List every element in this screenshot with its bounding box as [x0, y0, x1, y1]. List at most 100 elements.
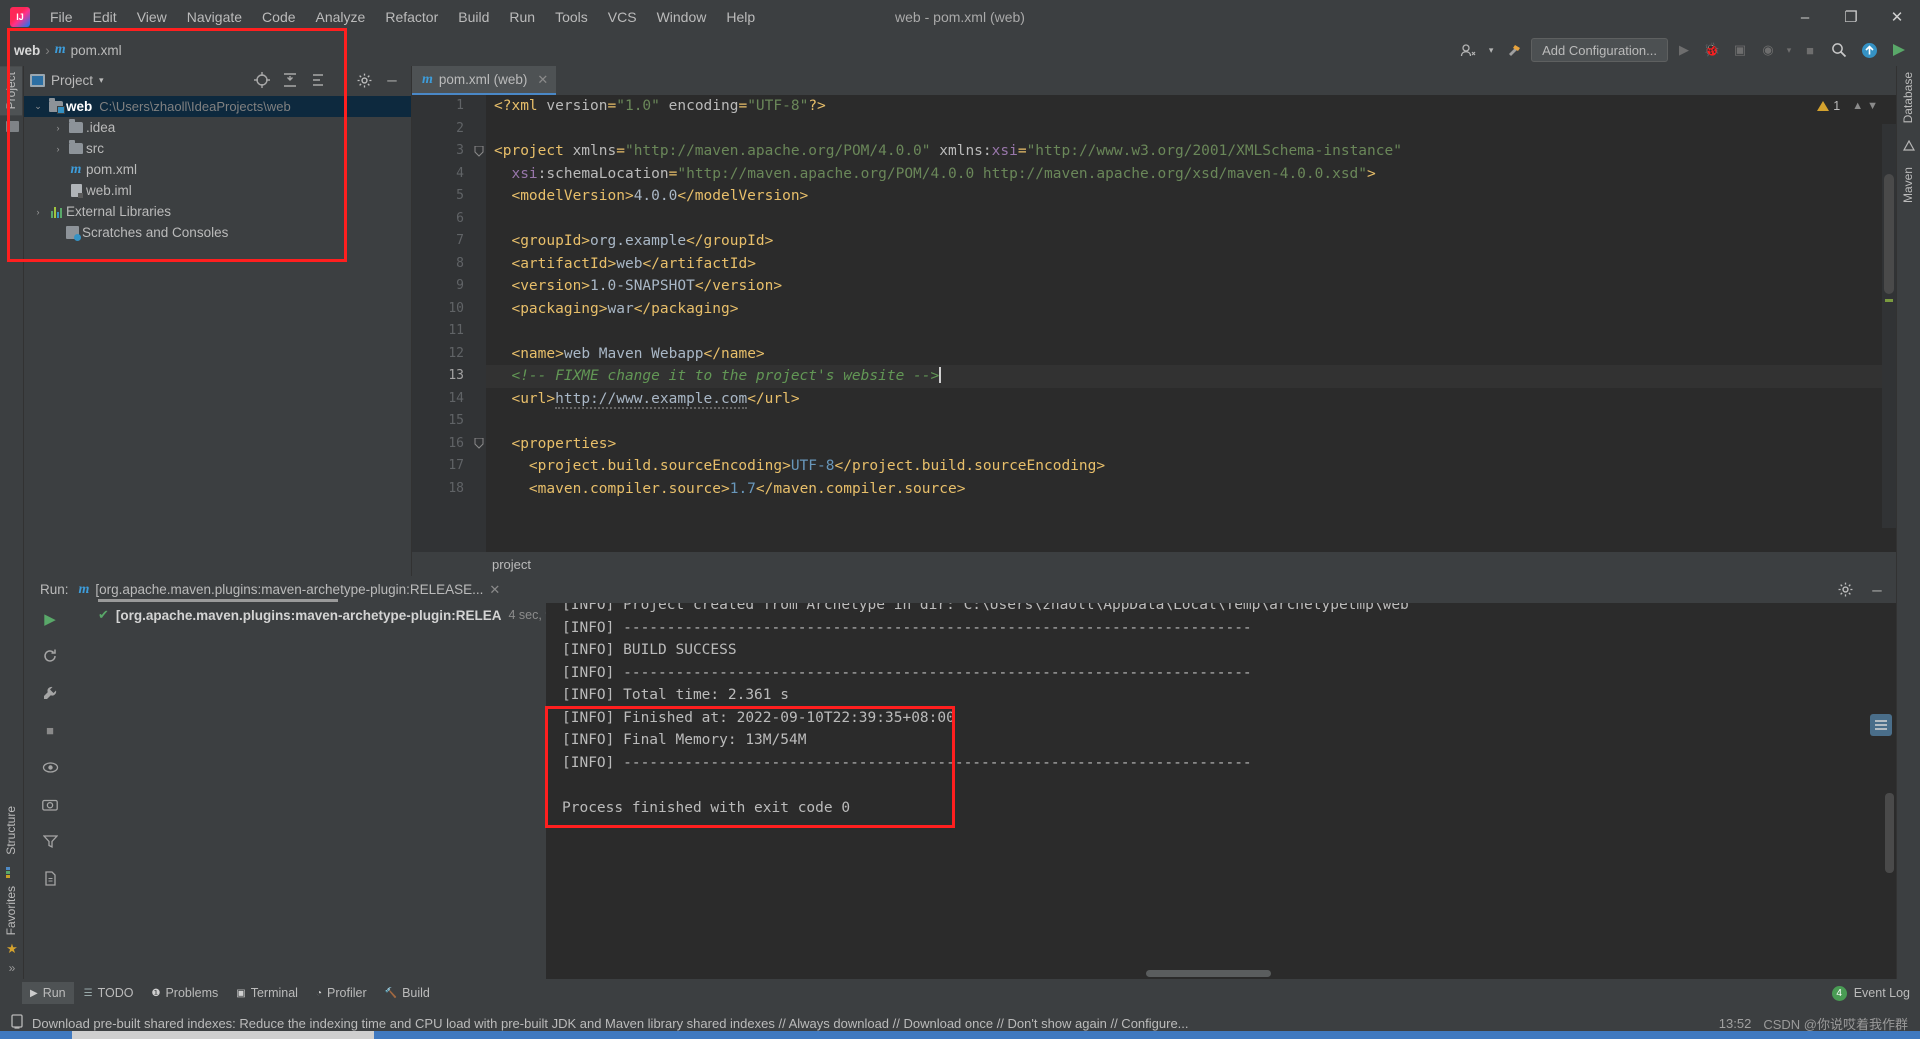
menu-item-help[interactable]: Help	[716, 5, 765, 29]
search-icon[interactable]	[1826, 38, 1852, 62]
rerun-failed-icon[interactable]	[40, 646, 60, 666]
chevron-right-icon[interactable]: ›	[30, 207, 46, 217]
bottom-tab-todo[interactable]: ☰ TODO	[76, 982, 142, 1004]
breadcrumb[interactable]: web › m pom.xml	[14, 42, 122, 58]
bottom-tab-problems[interactable]: ❶ Problems	[144, 982, 227, 1004]
sidebar-tab-structure[interactable]: Structure	[0, 800, 22, 861]
eye-icon[interactable]	[40, 757, 60, 777]
tree-row-web-iml[interactable]: web.iml	[24, 180, 411, 201]
menu-item-navigate[interactable]: Navigate	[177, 5, 252, 29]
console-line: Process finished with exit code 0	[562, 799, 851, 816]
gear-icon[interactable]	[1836, 581, 1854, 599]
bottom-tab-run[interactable]: ▶ Run	[22, 982, 74, 1004]
chevron-down-icon[interactable]: ▾	[1485, 38, 1497, 62]
chevron-right-icon[interactable]: ›	[50, 144, 66, 154]
menu-item-edit[interactable]: Edit	[83, 5, 127, 29]
scrollbar-thumb[interactable]	[1884, 174, 1894, 294]
close-icon[interactable]: ✕	[537, 72, 548, 88]
share-icon[interactable]	[1886, 38, 1912, 62]
breadcrumb-project[interactable]: web	[14, 43, 40, 58]
bottom-tab-build[interactable]: 🔨 Build	[377, 982, 438, 1004]
menu-item-build[interactable]: Build	[448, 5, 499, 29]
layout-settings-icon[interactable]	[1870, 714, 1892, 736]
stop-icon[interactable]: ■	[1798, 43, 1822, 58]
camera-icon[interactable]	[40, 794, 60, 814]
stop-icon[interactable]: ■	[40, 720, 60, 740]
debug-icon[interactable]: 🐞	[1700, 42, 1724, 58]
tree-row-external-libraries[interactable]: › External Libraries	[24, 201, 411, 222]
bottom-tab-profiler[interactable]: ◔ Profiler	[308, 982, 375, 1004]
fold-marker-icon[interactable]	[474, 146, 484, 157]
chevron-up-icon[interactable]: ▲	[1852, 100, 1863, 112]
tree-label-scratches-and-consoles: Scratches and Consoles	[82, 225, 229, 240]
console-scrollbar-thumb[interactable]	[1885, 793, 1894, 873]
menu-item-run[interactable]: Run	[499, 5, 545, 29]
run-tab[interactable]: m [org.apache.maven.plugins:maven-archet…	[79, 582, 501, 598]
menu-item-code[interactable]: Code	[252, 5, 305, 29]
run-icon[interactable]: ▶	[1672, 42, 1696, 58]
chevron-expanded-icon[interactable]: ⌄	[30, 101, 46, 112]
run-test-tree: ✔ [org.apache.maven.plugins:maven-archet…	[76, 599, 586, 979]
maximize-button[interactable]: ❐	[1828, 0, 1874, 34]
coverage-icon[interactable]: ▣	[1728, 42, 1752, 58]
export-icon[interactable]	[40, 868, 60, 888]
filter-icon[interactable]	[40, 831, 60, 851]
menu-item-refactor[interactable]: Refactor	[375, 5, 448, 29]
settings-icon[interactable]	[355, 71, 373, 89]
profile-icon[interactable]: ◉	[1756, 42, 1780, 58]
console-output[interactable]: [INFO] Project created from Archetype in…	[546, 603, 1896, 979]
chevron-down-icon[interactable]: ▾	[99, 75, 104, 86]
add-configuration-button[interactable]: Add Configuration...	[1531, 38, 1668, 62]
menu-item-file[interactable]: File	[40, 5, 83, 29]
expand-all-icon[interactable]	[309, 71, 327, 89]
sidebar-tab-maven[interactable]: Maven	[1897, 161, 1919, 209]
console-horizontal-scrollbar[interactable]	[1146, 970, 1271, 977]
menu-item-tools[interactable]: Tools	[545, 5, 598, 29]
menu-item-analyze[interactable]: Analyze	[306, 5, 376, 29]
chevron-right-icon[interactable]: ›	[50, 123, 66, 133]
collapse-all-icon[interactable]	[281, 71, 299, 89]
chevron-down-profile-icon[interactable]: ▾	[1784, 45, 1794, 56]
close-icon[interactable]: ✕	[489, 582, 500, 598]
tree-label-src: src	[86, 141, 104, 156]
chevron-down-icon[interactable]: ▼	[1867, 100, 1878, 112]
code-lines[interactable]: <?xml version="1.0" encoding="UTF-8"?> <…	[486, 95, 1896, 552]
user-icon[interactable]	[1455, 38, 1481, 62]
tree-row-idea[interactable]: › .idea	[24, 117, 411, 138]
tree-row-pom-xml[interactable]: m pom.xml	[24, 159, 411, 180]
sidebar-tab-favorites[interactable]: Favorites	[0, 880, 22, 941]
event-log-label[interactable]: Event Log	[1854, 986, 1910, 1000]
editor-breadcrumb-project[interactable]: project	[472, 557, 531, 572]
tree-row-web[interactable]: ⌄ web C:\Users\zhaoll\IdeaProjects\web	[24, 96, 411, 117]
tree-row-scratches-and-consoles[interactable]: Scratches and Consoles	[24, 222, 411, 243]
settings-wrench-icon[interactable]	[40, 683, 60, 703]
editor-scrollbar[interactable]	[1882, 124, 1896, 528]
marker-stripe[interactable]	[1885, 299, 1893, 302]
hide-panel-icon[interactable]: –	[1868, 580, 1886, 599]
rerun-icon[interactable]: ▶	[40, 609, 60, 629]
menu-item-window[interactable]: Window	[647, 5, 717, 29]
project-panel-title[interactable]: Project	[51, 73, 93, 88]
bottom-tab-terminal[interactable]: ▣ Terminal	[228, 982, 306, 1004]
code-editor[interactable]: 1 2 3 4 5 6 7 8 9 10 11 12 13 14 15 16 1…	[412, 95, 1896, 552]
inspection-widget[interactable]: 1 ▲ ▼	[1817, 99, 1878, 113]
sidebar-tab-database[interactable]: Database	[1897, 66, 1919, 129]
close-button[interactable]: ✕	[1874, 0, 1920, 34]
hammer-icon[interactable]	[1501, 38, 1527, 62]
status-bar-message[interactable]: Download pre-built shared indexes: Reduc…	[32, 1016, 1189, 1031]
update-icon[interactable]	[1856, 38, 1882, 62]
locate-icon[interactable]	[253, 71, 271, 89]
fold-gutter[interactable]	[472, 95, 486, 552]
console-line: [INFO] ---------------------------------…	[562, 619, 1252, 636]
sidebar-tab-project[interactable]: Project	[0, 66, 22, 116]
more-tabs-icon[interactable]: »	[0, 957, 24, 979]
menu-item-view[interactable]: View	[127, 5, 177, 29]
minimize-button[interactable]: –	[1782, 0, 1828, 34]
fold-marker-icon[interactable]	[474, 438, 484, 449]
tree-row-src[interactable]: › src	[24, 138, 411, 159]
menu-item-vcs[interactable]: VCS	[598, 5, 647, 29]
breadcrumb-file[interactable]: pom.xml	[71, 43, 122, 58]
hide-panel-icon[interactable]: –	[383, 70, 401, 89]
run-tree-item[interactable]: ✔ [org.apache.maven.plugins:maven-archet…	[76, 607, 586, 623]
editor-tab-pom-xml[interactable]: m pom.xml (web) ✕	[412, 66, 557, 95]
